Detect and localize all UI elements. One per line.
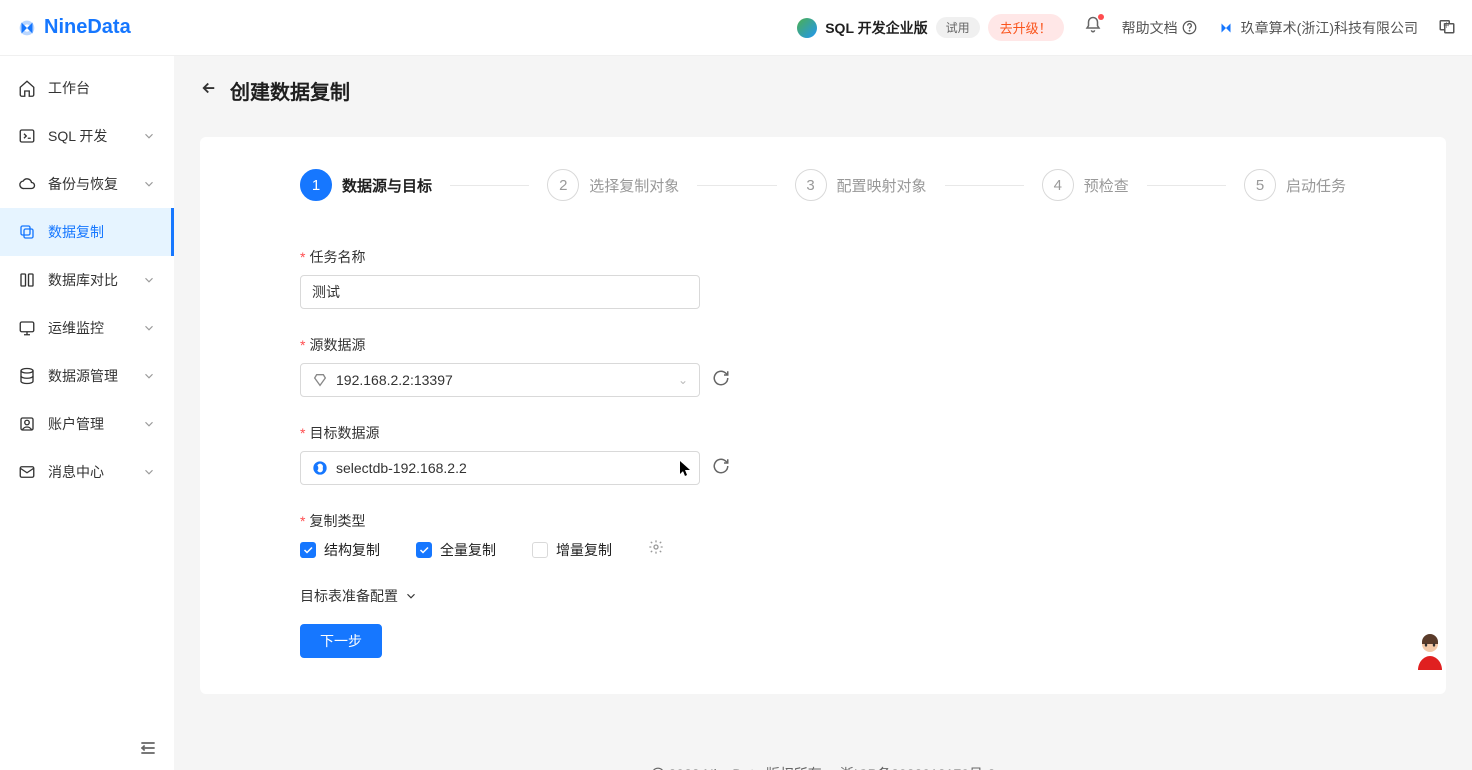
db-generic-icon	[312, 372, 328, 388]
terminal-icon	[18, 127, 36, 145]
step-label: 选择复制对象	[589, 175, 679, 196]
page-title: 创建数据复制	[230, 76, 350, 105]
brand-logo[interactable]: NineData	[16, 16, 131, 39]
chevron-down-icon: ⌄	[678, 461, 688, 475]
main-content: 创建数据复制 1 数据源与目标 2 选择复制对象 3 配置映射对象 4 预检查 5 启动任务 *任…	[174, 56, 1472, 770]
refresh-target-button[interactable]	[712, 457, 730, 480]
sidebar-item-0[interactable]: 工作台	[0, 64, 174, 112]
step-number: 1	[300, 169, 332, 201]
step-label: 预检查	[1084, 175, 1129, 196]
upgrade-button[interactable]: 去升级！	[988, 14, 1064, 41]
mail-icon	[18, 463, 36, 481]
copy-type-field: *复制类型 结构复制 全量复制 增量复制	[300, 511, 1346, 560]
org-link[interactable]: 玖章算术(浙江)科技有限公司	[1217, 18, 1418, 38]
sidebar-item-label: 数据库对比	[48, 270, 142, 290]
chevron-down-icon	[142, 177, 156, 191]
chevron-down-icon	[142, 369, 156, 383]
form-card: 1 数据源与目标 2 选择复制对象 3 配置映射对象 4 预检查 5 启动任务 *任务名称 *源数…	[200, 137, 1446, 694]
source-datasource-field: *源数据源 192.168.2.2:13397 ⌄	[300, 335, 820, 397]
step-label: 配置映射对象	[837, 175, 927, 196]
sidebar: 工作台 SQL 开发备份与恢复数据复制数据库对比运维监控数据源管理账户管理消息中心	[0, 56, 174, 770]
support-float-button[interactable]	[1410, 630, 1450, 670]
database-icon	[18, 367, 36, 385]
enterprise-badge: SQL 开发企业版 试用 去升级！	[797, 14, 1063, 41]
sidebar-item-5[interactable]: 运维监控	[0, 304, 174, 352]
chevron-down-icon: ⌄	[678, 373, 688, 387]
chevron-down-icon	[142, 417, 156, 431]
enterprise-label: SQL 开发企业版	[825, 18, 927, 38]
task-name-field: *任务名称	[300, 247, 820, 309]
next-step-button[interactable]: 下一步	[300, 624, 382, 658]
step-2: 2 选择复制对象	[547, 169, 679, 201]
step-label: 数据源与目标	[342, 175, 432, 196]
step-5: 5 启动任务	[1244, 169, 1346, 201]
step-1: 1 数据源与目标	[300, 169, 432, 201]
refresh-source-button[interactable]	[712, 369, 730, 392]
page-title-bar: 创建数据复制	[200, 76, 1446, 105]
source-datasource-select[interactable]: 192.168.2.2:13397 ⌄	[300, 363, 700, 397]
globe-icon	[797, 18, 817, 38]
compare-icon	[18, 271, 36, 289]
steps-bar: 1 数据源与目标 2 选择复制对象 3 配置映射对象 4 预检查 5 启动任务	[300, 169, 1346, 201]
account-icon	[18, 415, 36, 433]
language-icon[interactable]: 中	[1438, 17, 1456, 38]
logo-icon	[16, 17, 38, 39]
selectdb-icon	[312, 460, 328, 476]
question-circle-icon	[1182, 20, 1197, 35]
help-link[interactable]: 帮助文档	[1122, 18, 1197, 38]
gear-icon[interactable]	[648, 539, 664, 560]
sidebar-item-3[interactable]: 数据复制	[0, 208, 174, 256]
chevron-down-icon	[142, 129, 156, 143]
home-icon	[18, 79, 36, 97]
sidebar-item-8[interactable]: 消息中心	[0, 448, 174, 496]
chevron-down-icon	[142, 465, 156, 479]
brand-name: NineData	[44, 16, 131, 39]
sidebar-item-label: 运维监控	[48, 318, 142, 338]
svg-text:中: 中	[1443, 22, 1449, 30]
checkbox-incremental[interactable]: 增量复制	[532, 540, 612, 560]
step-number: 4	[1042, 169, 1074, 201]
sidebar-item-label: 数据复制	[48, 222, 153, 242]
copy-icon	[18, 223, 36, 241]
checkbox-structure[interactable]: 结构复制	[300, 540, 380, 560]
target-datasource-field: *目标数据源 selectdb-192.168.2.2 ⌄	[300, 423, 820, 485]
monitor-icon	[18, 319, 36, 337]
sidebar-item-7[interactable]: 账户管理	[0, 400, 174, 448]
sidebar-item-label: 备份与恢复	[48, 174, 142, 194]
sidebar-item-2[interactable]: 备份与恢复	[0, 160, 174, 208]
step-3: 3 配置映射对象	[795, 169, 927, 201]
sidebar-item-1[interactable]: SQL 开发	[0, 112, 174, 160]
step-number: 3	[795, 169, 827, 201]
sidebar-item-6[interactable]: 数据源管理	[0, 352, 174, 400]
trial-pill: 试用	[936, 17, 980, 38]
task-name-input[interactable]	[300, 275, 700, 309]
step-label: 启动任务	[1286, 175, 1346, 196]
sidebar-item-label: 账户管理	[48, 414, 142, 434]
sidebar-item-4[interactable]: 数据库对比	[0, 256, 174, 304]
sidebar-item-label: 消息中心	[48, 462, 142, 482]
chevron-down-icon	[142, 273, 156, 287]
sidebar-collapse-button[interactable]	[138, 738, 158, 758]
icp-link[interactable]: 浙ICP备2022013170号-2	[840, 764, 996, 770]
step-number: 5	[1244, 169, 1276, 201]
org-icon	[1217, 19, 1235, 37]
target-datasource-select[interactable]: selectdb-192.168.2.2 ⌄	[300, 451, 700, 485]
sidebar-item-label: 工作台	[48, 78, 156, 98]
app-header: NineData SQL 开发企业版 试用 去升级！ 帮助文档 玖章算术(浙江)…	[0, 0, 1472, 56]
back-arrow-icon[interactable]	[200, 79, 218, 102]
step-number: 2	[547, 169, 579, 201]
chevron-down-icon	[404, 589, 418, 603]
step-4: 4 预检查	[1042, 169, 1129, 201]
notification-bell-icon[interactable]	[1084, 16, 1102, 39]
checkbox-full[interactable]: 全量复制	[416, 540, 496, 560]
chevron-down-icon	[142, 321, 156, 335]
cloud-icon	[18, 175, 36, 193]
advanced-config-toggle[interactable]: 目标表准备配置	[300, 586, 1346, 606]
sidebar-item-label: 数据源管理	[48, 366, 142, 386]
sidebar-item-label: SQL 开发	[48, 126, 142, 146]
page-footer: 2023 NineData 版权所有 浙ICP备2022013170号-2	[200, 764, 1446, 770]
